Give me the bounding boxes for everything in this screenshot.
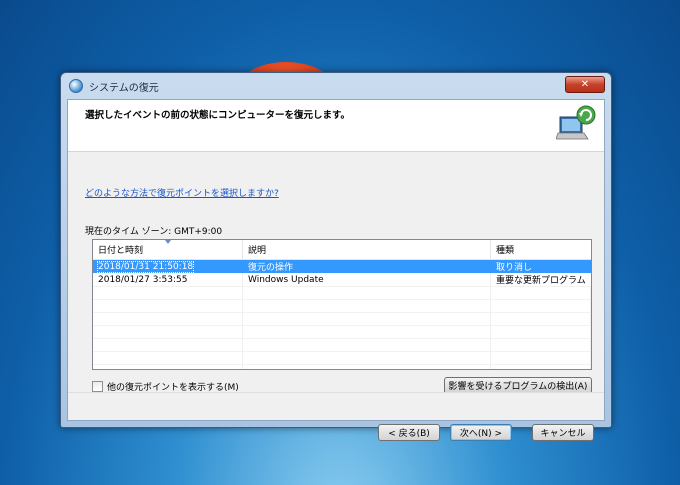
row-date: 2018/01/27 3:53:55 bbox=[98, 274, 188, 285]
back-button[interactable]: < 戻る(B) bbox=[378, 424, 440, 441]
dialog-footer bbox=[68, 392, 604, 420]
cancel-button[interactable]: キャンセル bbox=[532, 424, 594, 441]
system-restore-large-icon bbox=[556, 105, 596, 140]
column-header-type[interactable]: 種類 bbox=[491, 240, 591, 259]
list-header: 日付と時刻 説明 種類 bbox=[93, 240, 591, 260]
how-to-choose-link[interactable]: どのような方法で復元ポイントを選択しますか? bbox=[85, 186, 279, 199]
row-date: 2018/01/31 21:50:18 bbox=[96, 260, 195, 273]
show-more-checkbox[interactable] bbox=[92, 381, 103, 392]
row-type: 重要な更新プログラム bbox=[496, 276, 586, 286]
empty-row bbox=[93, 364, 591, 369]
timezone-label: 現在のタイム ゾーン: GMT+9:00 bbox=[85, 227, 223, 237]
empty-row bbox=[93, 312, 591, 325]
close-button[interactable]: ✕ bbox=[565, 76, 605, 93]
system-restore-icon bbox=[69, 79, 83, 93]
column-header-description[interactable]: 説明 bbox=[243, 240, 491, 259]
page-title: 選択したイベントの前の状態にコンピューターを復元します。 bbox=[85, 110, 351, 121]
table-row[interactable]: 2018/01/31 21:50:18 復元の操作 取り消し bbox=[93, 260, 591, 273]
row-type: 取り消し bbox=[496, 263, 533, 273]
dialog-client-area: 選択したイベントの前の状態にコンピューターを復元します。 どのような方法で復元ポ… bbox=[67, 99, 605, 441]
empty-row bbox=[93, 299, 591, 312]
window-title: システムの復元 bbox=[89, 82, 159, 94]
restore-points-list[interactable]: 日付と時刻 説明 種類 2018/01/31 21:50:18 復元の操作 取り… bbox=[92, 239, 592, 370]
system-restore-window: システムの復元 ✕ 選択したイベントの前の状態にコンピューターを復元します。 ど… bbox=[60, 72, 612, 441]
close-icon: ✕ bbox=[580, 79, 590, 90]
dialog-header: 選択したイベントの前の状態にコンピューターを復元します。 bbox=[68, 100, 604, 152]
empty-row bbox=[93, 351, 591, 364]
sort-arrow-icon bbox=[165, 240, 171, 244]
title-bar: システムの復元 ✕ bbox=[61, 73, 611, 99]
empty-row bbox=[93, 286, 591, 299]
table-row[interactable]: 2018/01/27 3:53:55 Windows Update 重要な更新プ… bbox=[93, 273, 591, 286]
row-description: Windows Update bbox=[248, 274, 324, 285]
empty-row bbox=[93, 325, 591, 338]
row-description: 復元の操作 bbox=[248, 263, 294, 273]
next-button[interactable]: 次へ(N) > bbox=[450, 424, 512, 441]
empty-row bbox=[93, 338, 591, 351]
